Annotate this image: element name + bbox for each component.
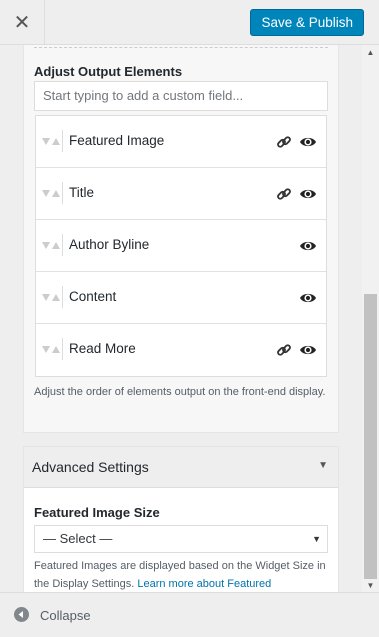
item-label: Read More <box>69 341 136 356</box>
caret-down-icon: ▼ <box>318 460 328 471</box>
eye-icon[interactable] <box>299 134 317 150</box>
drag-handle-icon[interactable] <box>42 188 62 200</box>
advanced-settings-title: Advanced Settings <box>32 459 149 475</box>
custom-field-input[interactable]: Start typing to add a custom field... <box>34 81 328 111</box>
output-elements-list: Featured Image Title Author Byline Conte… <box>35 115 327 377</box>
link-icon[interactable] <box>276 342 292 358</box>
output-elements-help: Adjust the order of elements output on t… <box>34 386 326 398</box>
row-separator <box>62 130 63 152</box>
advanced-settings-toggle[interactable]: Advanced Settings ▼ <box>24 447 338 488</box>
eye-icon[interactable] <box>299 186 317 202</box>
link-icon[interactable] <box>276 134 292 150</box>
featured-image-size-select[interactable]: — Select — ▼ <box>34 525 328 553</box>
dashed-divider <box>34 47 328 48</box>
item-label: Title <box>69 185 95 200</box>
eye-icon[interactable] <box>299 238 317 254</box>
scrollbar-thumb[interactable] <box>364 294 377 579</box>
drag-handle-icon[interactable] <box>42 240 62 252</box>
featured-image-help: Featured Images are displayed based on t… <box>34 557 330 592</box>
row-separator <box>62 182 63 204</box>
scroll-down-arrow-icon[interactable]: ▼ <box>362 578 379 592</box>
link-icon[interactable] <box>276 186 292 202</box>
output-elements-section: Adjust Output Elements Start typing to a… <box>23 45 339 433</box>
drag-handle-icon[interactable] <box>42 136 62 148</box>
drag-handle-icon[interactable] <box>42 292 62 304</box>
output-elements-title: Adjust Output Elements <box>34 64 183 79</box>
scrollbar[interactable]: ▲ ▼ <box>362 45 379 592</box>
select-value: — Select — <box>43 531 113 546</box>
item-label: Featured Image <box>69 133 165 148</box>
row-separator <box>62 286 63 308</box>
row-separator <box>62 234 63 256</box>
eye-icon[interactable] <box>299 290 317 306</box>
row-separator <box>62 338 63 360</box>
customizer-header: ✕ Save & Publish <box>0 0 379 45</box>
customizer-panel-scroll: Adjust Output Elements Start typing to a… <box>0 45 362 592</box>
item-label: Author Byline <box>69 237 150 252</box>
customizer-footer: Collapse <box>0 592 379 637</box>
list-item-author-byline[interactable]: Author Byline <box>36 220 326 272</box>
save-publish-button[interactable]: Save & Publish <box>250 9 364 36</box>
item-label: Content <box>69 289 117 304</box>
advanced-settings-section: Advanced Settings ▼ Featured Image Size … <box>23 446 339 592</box>
drag-handle-icon[interactable] <box>42 344 62 356</box>
list-item-title[interactable]: Title <box>36 168 326 220</box>
list-item-read-more[interactable]: Read More <box>36 324 326 376</box>
collapse-button[interactable]: Collapse <box>40 608 91 623</box>
eye-icon[interactable] <box>299 342 317 358</box>
scroll-up-arrow-icon[interactable]: ▲ <box>362 45 379 59</box>
learn-more-link[interactable]: Learn more about Featured <box>137 578 271 590</box>
featured-image-size-label: Featured Image Size <box>34 505 160 520</box>
list-item-content[interactable]: Content <box>36 272 326 324</box>
list-item-featured-image[interactable]: Featured Image <box>36 116 326 168</box>
collapse-icon[interactable] <box>14 607 29 622</box>
close-button[interactable]: ✕ <box>0 0 45 45</box>
dropdown-arrow-icon: ▼ <box>312 534 321 544</box>
close-icon: ✕ <box>13 12 31 34</box>
